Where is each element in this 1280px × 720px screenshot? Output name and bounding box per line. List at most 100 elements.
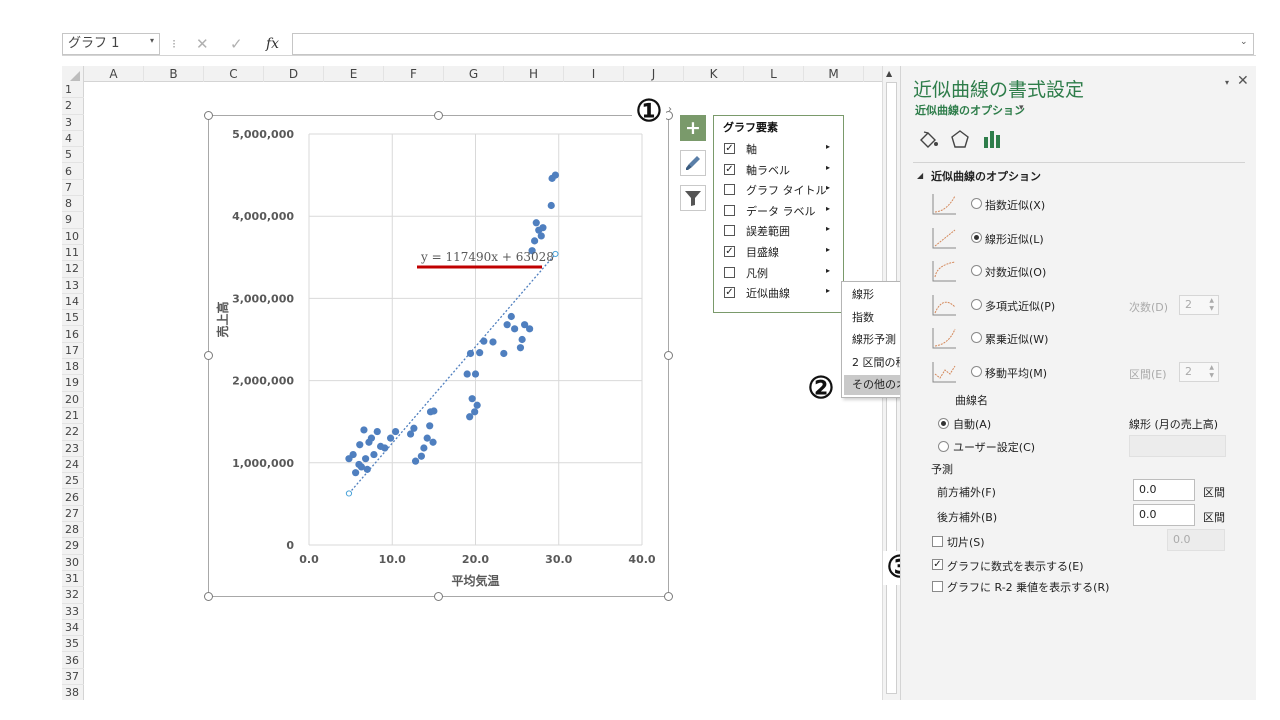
row-header[interactable]: 37: [62, 669, 84, 686]
backward-input[interactable]: 0.0: [1133, 504, 1195, 526]
data-point[interactable]: [420, 444, 428, 452]
chart-element-item[interactable]: データ ラベル ▸: [714, 200, 843, 220]
trendline-type-radio[interactable]: [971, 366, 982, 377]
data-point[interactable]: [476, 349, 484, 357]
auto-name-radio[interactable]: [938, 418, 949, 429]
data-point[interactable]: [381, 444, 389, 452]
data-point[interactable]: [471, 408, 479, 416]
row-header[interactable]: 30: [62, 555, 84, 571]
pane-subtitle[interactable]: 近似曲線のオプション: [915, 102, 1025, 118]
enter-icon[interactable]: ✓: [230, 34, 243, 54]
data-point[interactable]: [471, 370, 480, 378]
trendline[interactable]: [348, 253, 556, 494]
chart-element-item[interactable]: ✓ 近似曲線 ▸: [714, 282, 843, 302]
data-point[interactable]: [539, 224, 547, 232]
row-header[interactable]: 23: [62, 441, 84, 457]
column-header[interactable]: G: [444, 66, 504, 82]
trendline-type-radio[interactable]: [971, 231, 982, 243]
resize-handle[interactable]: [204, 592, 213, 601]
data-point[interactable]: [516, 344, 525, 352]
chart-element-item[interactable]: ✓ 軸 ▸: [714, 138, 843, 158]
resize-handle[interactable]: [664, 351, 673, 360]
data-point[interactable]: [547, 201, 555, 210]
column-header[interactable]: F: [384, 66, 444, 82]
row-header[interactable]: 35: [62, 636, 84, 653]
chart-element-item[interactable]: ✓ 軸ラベル ▸: [714, 159, 843, 179]
column-header[interactable]: C: [204, 66, 264, 82]
chart-element-item[interactable]: ✓ 目盛線 ▸: [714, 241, 843, 261]
data-point[interactable]: [386, 434, 395, 442]
submenu-arrow-icon[interactable]: ▸: [826, 142, 830, 151]
column-header[interactable]: E: [324, 66, 384, 82]
column-header[interactable]: A: [84, 66, 144, 82]
show-equation-checkbox[interactable]: ✓: [932, 559, 943, 570]
trendline-start-handle[interactable]: [345, 490, 353, 497]
row-header[interactable]: 1: [62, 82, 84, 99]
trendline-type-option[interactable]: 累乗近似(W): [931, 324, 1251, 352]
data-point[interactable]: [426, 422, 434, 430]
data-point[interactable]: [373, 427, 381, 436]
collapse-icon[interactable]: ◢: [917, 171, 923, 180]
row-header[interactable]: 15: [62, 310, 84, 327]
row-header[interactable]: 14: [62, 294, 84, 311]
chart-element-checkbox[interactable]: [724, 184, 735, 196]
data-point[interactable]: [370, 450, 378, 459]
data-point[interactable]: [531, 237, 539, 245]
chart-element-checkbox[interactable]: [724, 225, 735, 237]
chart-element-checkbox[interactable]: ✓: [724, 287, 735, 299]
scroll-up-icon[interactable]: ▲: [886, 69, 892, 78]
resize-handle[interactable]: [204, 111, 213, 120]
data-point[interactable]: [503, 321, 511, 329]
intercept-checkbox[interactable]: [932, 536, 943, 547]
row-header[interactable]: 7: [62, 180, 84, 197]
chart-styles-button[interactable]: [680, 150, 706, 176]
trendline-type-option[interactable]: 指数近似(X): [931, 190, 1251, 218]
pane-options-icon[interactable]: ▾: [1225, 78, 1229, 87]
row-header[interactable]: 13: [62, 278, 84, 294]
effects-icon[interactable]: [949, 128, 971, 150]
column-header[interactable]: J: [624, 66, 684, 82]
data-point[interactable]: [367, 434, 376, 442]
row-header[interactable]: 38: [62, 685, 84, 700]
row-header[interactable]: 31: [62, 571, 84, 588]
custom-name-input[interactable]: [1129, 435, 1226, 457]
section-title[interactable]: 近似曲線のオプション: [931, 168, 1041, 184]
data-point[interactable]: [429, 438, 437, 446]
insert-function-icon[interactable]: fx: [266, 34, 279, 54]
formula-input[interactable]: [292, 33, 1254, 55]
column-header[interactable]: M: [804, 66, 864, 82]
resize-handle[interactable]: [664, 592, 673, 601]
column-header[interactable]: K: [684, 66, 744, 82]
row-header[interactable]: 8: [62, 196, 84, 213]
column-header[interactable]: H: [504, 66, 564, 82]
column-header[interactable]: I: [564, 66, 624, 82]
expand-formula-bar-icon[interactable]: ⌄: [1240, 37, 1248, 47]
column-header[interactable]: B: [144, 66, 204, 82]
chart-element-checkbox[interactable]: [724, 266, 735, 278]
chart-element-item[interactable]: グラフ タイトル ▸: [714, 179, 843, 199]
resize-handle[interactable]: [204, 351, 213, 360]
show-r2-checkbox[interactable]: [932, 581, 943, 592]
data-point[interactable]: [349, 450, 357, 459]
data-point[interactable]: [362, 455, 370, 463]
forward-input[interactable]: 0.0: [1133, 479, 1195, 501]
row-header[interactable]: 20: [62, 392, 84, 408]
chart-element-checkbox[interactable]: ✓: [724, 143, 735, 154]
data-point[interactable]: [391, 427, 400, 436]
fill-line-icon[interactable]: [917, 128, 939, 150]
name-box[interactable]: グラフ 1: [62, 33, 160, 55]
data-point[interactable]: [518, 335, 526, 344]
custom-name-radio[interactable]: [938, 441, 949, 452]
row-header[interactable]: 33: [62, 604, 84, 620]
data-point[interactable]: [430, 407, 438, 415]
data-point[interactable]: [511, 325, 519, 333]
trendline-type-option[interactable]: 移動平均(M): [931, 358, 1251, 386]
chart-filters-button[interactable]: [680, 185, 706, 211]
submenu-arrow-icon[interactable]: ▸: [826, 224, 830, 233]
row-header[interactable]: 19: [62, 375, 84, 392]
data-point[interactable]: [411, 457, 420, 465]
row-header[interactable]: 26: [62, 490, 84, 506]
select-all-corner[interactable]: [62, 66, 84, 82]
submenu-arrow-icon[interactable]: ▸: [826, 266, 830, 275]
row-header[interactable]: 5: [62, 147, 84, 164]
